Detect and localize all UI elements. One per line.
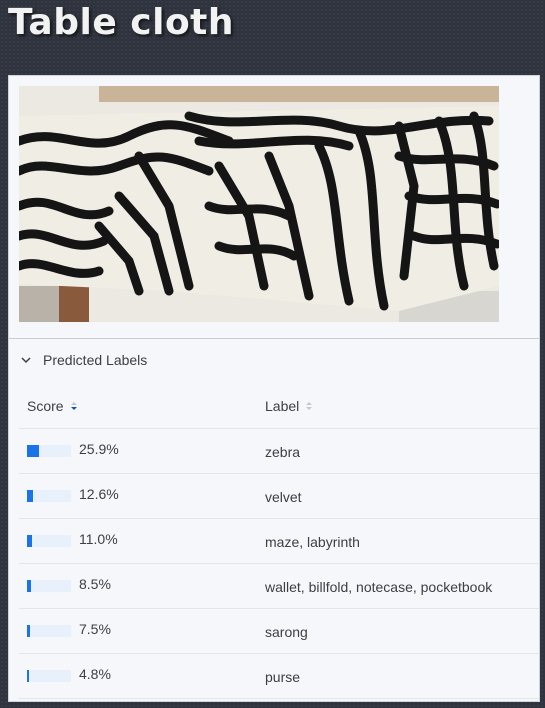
label-value: zebra — [265, 444, 301, 460]
predicted-labels-toggle[interactable]: Predicted Labels — [19, 352, 147, 368]
score-bar-fill — [27, 535, 32, 547]
input-image — [19, 86, 499, 322]
score-bar-fill — [27, 490, 33, 502]
table-row: 11.0% maze, labyrinth — [19, 519, 539, 564]
predictions-table: Score Label 25.9% zebra 12.6% velvet 11.… — [19, 388, 539, 699]
table-header: Score Label — [19, 388, 539, 429]
label-value: maze, labyrinth — [265, 534, 360, 550]
label-value: purse — [265, 669, 301, 685]
section-title: Predicted Labels — [43, 352, 148, 368]
label-header-label: Label — [265, 398, 300, 414]
score-bar-fill — [27, 625, 30, 637]
score-column-header[interactable]: Score — [27, 398, 78, 414]
score-bar — [27, 670, 71, 682]
table-row: 4.8% purse — [19, 654, 539, 699]
score-bar-fill — [27, 445, 39, 457]
score-bar-fill — [27, 580, 31, 592]
sort-desc-icon — [70, 402, 77, 410]
divider — [9, 338, 539, 339]
label-value: wallet, billfold, notecase, pocketbook — [265, 579, 493, 595]
score-value: 7.5% — [79, 621, 111, 637]
table-row: 7.5% sarong — [19, 609, 539, 654]
table-row: 25.9% zebra — [19, 429, 539, 474]
page-title: Table cloth — [8, 2, 235, 43]
score-bar — [27, 580, 71, 592]
table-row: 8.5% wallet, billfold, notecase, pocketb… — [19, 564, 539, 609]
sort-icon — [306, 402, 313, 410]
label-value: sarong — [265, 624, 308, 640]
score-header-label: Score — [27, 398, 64, 414]
score-value: 11.0% — [79, 531, 118, 547]
zebra-tablecloth-image — [19, 86, 499, 322]
score-bar — [27, 490, 71, 502]
score-value: 25.9% — [79, 441, 119, 457]
score-bar — [27, 445, 71, 457]
results-card: Predicted Labels Score Label 25.9% zebra… — [8, 75, 540, 702]
score-value: 8.5% — [79, 576, 111, 592]
score-value: 12.6% — [79, 486, 119, 502]
table-row: 12.6% velvet — [19, 474, 539, 519]
score-bar — [27, 535, 71, 547]
score-bar — [27, 625, 71, 637]
chevron-down-icon — [21, 357, 31, 364]
label-column-header[interactable]: Label — [265, 398, 313, 414]
label-value: velvet — [265, 489, 302, 505]
score-bar-fill — [27, 670, 29, 682]
score-value: 4.8% — [79, 666, 111, 682]
